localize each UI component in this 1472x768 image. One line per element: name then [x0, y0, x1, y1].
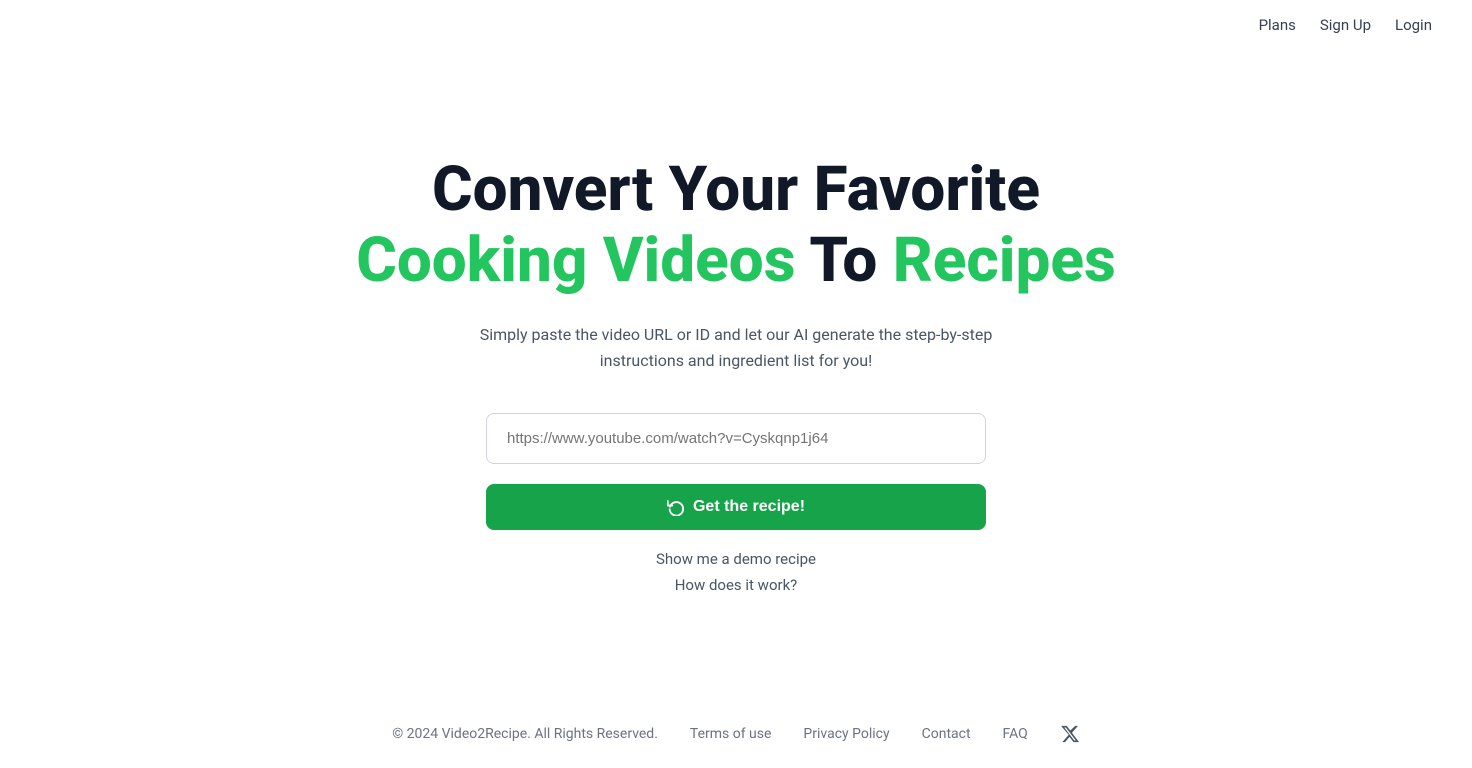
- video-url-input[interactable]: [486, 413, 986, 464]
- hero-title-videos: Videos: [603, 224, 796, 297]
- refresh-icon: [667, 498, 685, 516]
- hero-title-to: To: [809, 224, 877, 297]
- main-content: Convert Your Favorite Cooking Videos To …: [0, 50, 1472, 700]
- nav-plans[interactable]: Plans: [1259, 16, 1296, 34]
- footer-contact-link[interactable]: Contact: [922, 726, 971, 742]
- nav-signup[interactable]: Sign Up: [1320, 16, 1371, 34]
- footer-faq-link[interactable]: FAQ: [1003, 726, 1028, 742]
- twitter-link[interactable]: [1060, 724, 1080, 744]
- hero-title-line2: Cooking Videos To Recipes: [356, 224, 1116, 298]
- cta-button-label: Get the recipe!: [693, 498, 805, 516]
- twitter-icon: [1060, 724, 1080, 744]
- url-input-container: [486, 413, 986, 464]
- hero-title-line1: Convert Your Favorite: [432, 156, 1040, 224]
- navbar: Plans Sign Up Login: [0, 0, 1472, 50]
- get-recipe-button[interactable]: Get the recipe!: [486, 484, 986, 530]
- footer-copyright: © 2024 Video2Recipe. All Rights Reserved…: [392, 726, 658, 742]
- hero-title-recipes: Recipes: [893, 224, 1116, 297]
- footer-privacy-link[interactable]: Privacy Policy: [803, 726, 889, 742]
- footer-terms-link[interactable]: Terms of use: [690, 726, 772, 742]
- hero-subtitle: Simply paste the video URL or ID and let…: [446, 322, 1026, 373]
- hero-title-cooking: Cooking: [356, 224, 587, 297]
- nav-login[interactable]: Login: [1395, 16, 1432, 34]
- how-it-works-link[interactable]: How does it work?: [675, 576, 798, 594]
- footer: © 2024 Video2Recipe. All Rights Reserved…: [0, 700, 1472, 768]
- demo-recipe-link[interactable]: Show me a demo recipe: [656, 550, 816, 568]
